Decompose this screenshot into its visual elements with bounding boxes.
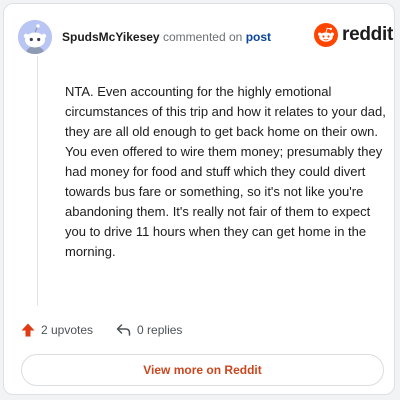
reply-count: 0 replies (137, 323, 183, 337)
commented-on-text: commented on (162, 30, 243, 44)
avatar[interactable] (18, 20, 52, 54)
thread-line (37, 56, 38, 306)
reddit-logo[interactable]: reddit (314, 23, 393, 47)
upvote-arrow-icon (21, 323, 35, 337)
view-more-button[interactable]: View more on Reddit (21, 354, 384, 386)
username[interactable]: SpudsMcYikesey (62, 30, 160, 44)
reddit-wordmark: reddit (342, 24, 393, 45)
comment-embed-card: SpudsMcYikesey commented on post reddit … (3, 3, 395, 395)
reply-arrow-icon (116, 324, 131, 336)
reddit-snoo-icon (314, 23, 338, 47)
comment-body: NTA. Even accounting for the highly emot… (65, 84, 386, 259)
snoo-avatar-icon (18, 20, 52, 54)
upvote-button[interactable]: 2 upvotes (20, 322, 93, 338)
upvote-count: 2 upvotes (41, 323, 94, 337)
comment-header: SpudsMcYikesey commented on post (62, 29, 271, 45)
post-link[interactable]: post (246, 30, 271, 44)
comment-actions: 2 upvotes 0 replies (20, 322, 204, 338)
reply-button[interactable]: 0 replies (115, 322, 182, 338)
